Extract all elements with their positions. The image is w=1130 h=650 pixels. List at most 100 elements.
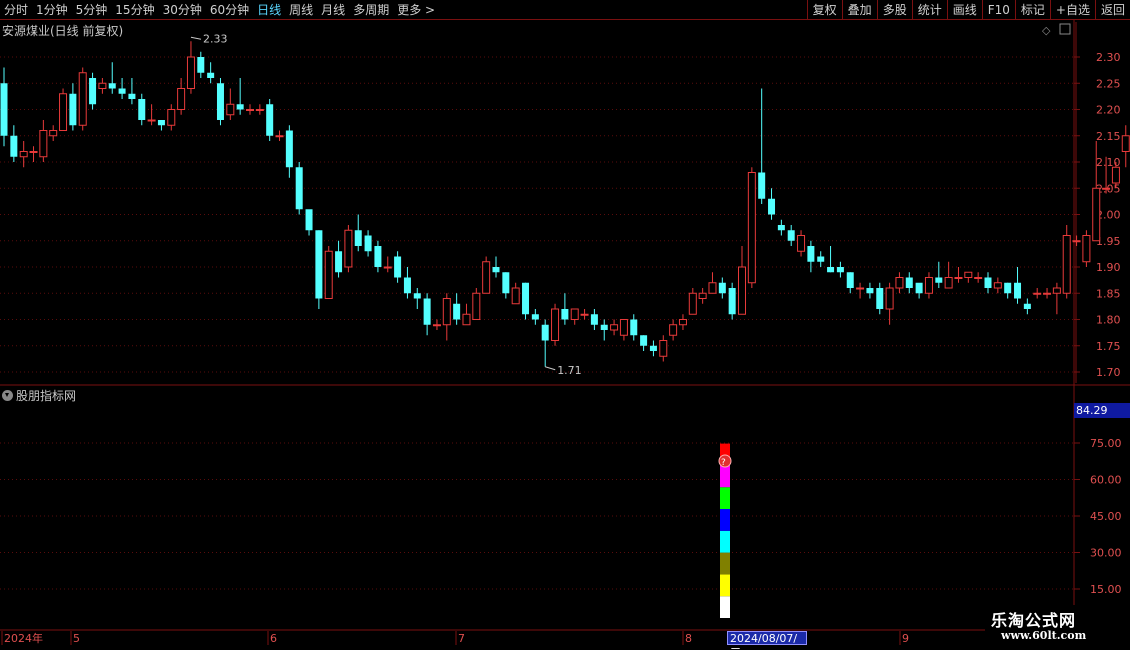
candle-body xyxy=(640,335,648,346)
candle-body xyxy=(856,287,865,290)
price-tick-label: 2.15 xyxy=(1096,130,1121,143)
indicator-current-value: 84.29 xyxy=(1074,403,1130,418)
time-axis-label: 5 xyxy=(73,632,80,645)
candle-body xyxy=(502,272,510,294)
indicator-bar-segment xyxy=(720,552,730,575)
candle-body xyxy=(698,292,707,299)
price-tick-label: 1.85 xyxy=(1096,287,1121,300)
candle-body xyxy=(895,277,904,289)
candle-body xyxy=(246,109,254,111)
candle-body xyxy=(403,277,411,294)
candle-body xyxy=(738,266,746,315)
window-icon xyxy=(1059,23,1071,35)
candle-body xyxy=(669,324,678,336)
candle-body xyxy=(432,324,441,327)
time-axis-label: 8 xyxy=(685,632,692,645)
diamond-icon: ◇ xyxy=(1042,24,1051,37)
candle-body xyxy=(600,324,608,330)
candle-body xyxy=(797,235,806,252)
candle-body xyxy=(885,287,894,310)
candle-body xyxy=(787,230,795,241)
candle-body xyxy=(295,167,303,210)
signal-marker-glyph: ? xyxy=(721,458,726,468)
candle-body xyxy=(275,135,284,138)
watermark: 乐淘公式网 www.60lt.com xyxy=(985,605,1130,650)
candle-body xyxy=(39,130,48,158)
candle-body xyxy=(59,93,68,131)
candle-body xyxy=(167,109,176,126)
candle-body xyxy=(10,135,18,157)
candle-body xyxy=(147,119,156,122)
stock-title-text: 安源煤业(日线 前复权) xyxy=(2,24,124,38)
candle-body xyxy=(236,104,244,110)
candle-body xyxy=(29,151,38,153)
candle-body xyxy=(659,340,668,357)
candle-body xyxy=(157,120,165,126)
indicator-title[interactable]: 股朋指标网 xyxy=(2,387,76,404)
candle-body xyxy=(1102,187,1111,190)
candle-body xyxy=(610,324,619,331)
candle-body xyxy=(1062,235,1071,294)
chart-canvas[interactable]: ◇2.302.252.202.152.102.052.001.951.901.8… xyxy=(0,0,1130,650)
candle-body xyxy=(1052,287,1061,294)
candle-body xyxy=(777,225,785,231)
candle-body xyxy=(827,267,835,273)
candle-body xyxy=(728,288,736,315)
candle-body xyxy=(964,271,973,278)
candle-body xyxy=(255,109,264,111)
candle-body xyxy=(226,103,235,116)
indicator-tick-label: 30.00 xyxy=(1090,547,1122,560)
candle-body xyxy=(344,229,353,268)
candle-body xyxy=(315,230,323,299)
candle-body xyxy=(472,292,481,320)
candle-body xyxy=(305,209,313,231)
candle-body xyxy=(522,282,530,315)
candle-body xyxy=(69,93,77,126)
price-tick-label: 1.80 xyxy=(1096,314,1121,327)
time-axis-label: 2024年 xyxy=(4,631,43,645)
indicator-bar-segment xyxy=(720,509,730,531)
candle-body xyxy=(649,345,657,351)
candle-body xyxy=(49,130,58,137)
candle-body xyxy=(974,277,983,279)
candle-body xyxy=(905,277,913,288)
indicator-tick-label: 75.00 xyxy=(1090,437,1122,450)
low-marker-line xyxy=(545,366,556,371)
candle-body xyxy=(993,282,1002,289)
candle-body xyxy=(462,313,471,326)
chevron-down-icon[interactable] xyxy=(2,390,13,401)
candle-body xyxy=(492,267,500,273)
candle-body xyxy=(619,319,628,336)
candle-body xyxy=(354,230,362,246)
candle-body xyxy=(817,256,825,262)
price-tick-label: 1.70 xyxy=(1096,366,1121,379)
candle-body xyxy=(138,99,146,120)
candle-body xyxy=(442,298,451,326)
candle-body xyxy=(197,57,205,73)
candle-body xyxy=(78,72,87,126)
candle-body xyxy=(915,282,923,294)
candle-body xyxy=(551,308,560,341)
candle-body xyxy=(541,324,549,341)
candle-body xyxy=(118,88,126,94)
candle-body xyxy=(984,277,992,288)
candle-body xyxy=(423,298,431,325)
price-tick-label: 2.20 xyxy=(1096,104,1121,117)
candle-body xyxy=(511,287,520,305)
candle-body xyxy=(836,267,844,273)
cursor-date: 2024/08/07/三 xyxy=(727,631,807,650)
candle-body xyxy=(1014,282,1022,299)
candle-body xyxy=(324,250,333,299)
candle-body xyxy=(335,251,343,273)
candle-body xyxy=(285,130,293,168)
indicator-tick-label: 45.00 xyxy=(1090,510,1122,523)
price-tick-label: 2.25 xyxy=(1096,77,1121,90)
candle-body xyxy=(590,314,598,325)
candle-body xyxy=(866,288,874,294)
candle-body xyxy=(531,314,539,320)
candle-body xyxy=(177,88,186,110)
price-tick-label: 1.90 xyxy=(1096,261,1121,274)
indicator-bar-segment xyxy=(720,574,730,597)
candle-body xyxy=(98,82,107,89)
candle-body xyxy=(768,198,776,215)
